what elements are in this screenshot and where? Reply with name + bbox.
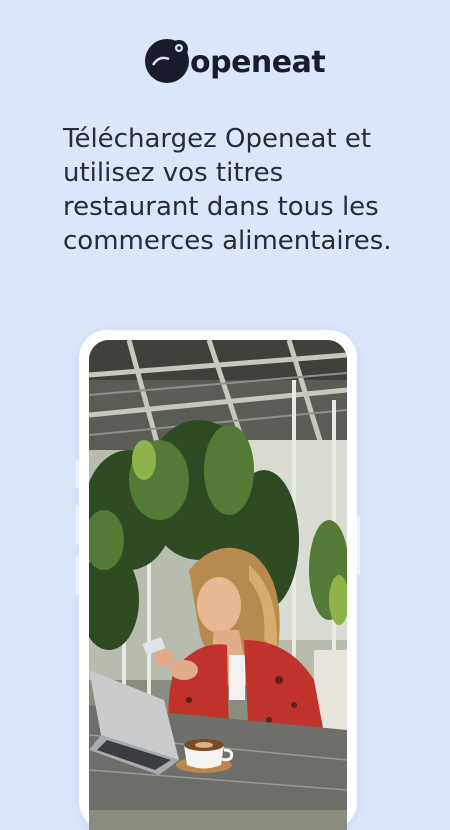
headline: Téléchargez Openeat et utilisez vos titr… [63, 124, 392, 256]
openeat-logo: openeat [143, 35, 326, 85]
chameleon-logo-icon [145, 39, 189, 83]
cafe-photo-illustration [89, 340, 347, 810]
phone-side-button [76, 555, 79, 595]
phone-side-button [76, 505, 79, 545]
phone-mockup [76, 330, 360, 830]
brand-name: openeat [190, 44, 326, 80]
phone-side-button [76, 460, 79, 488]
phone-side-button [357, 515, 360, 575]
phone-screen-photo [89, 340, 347, 830]
